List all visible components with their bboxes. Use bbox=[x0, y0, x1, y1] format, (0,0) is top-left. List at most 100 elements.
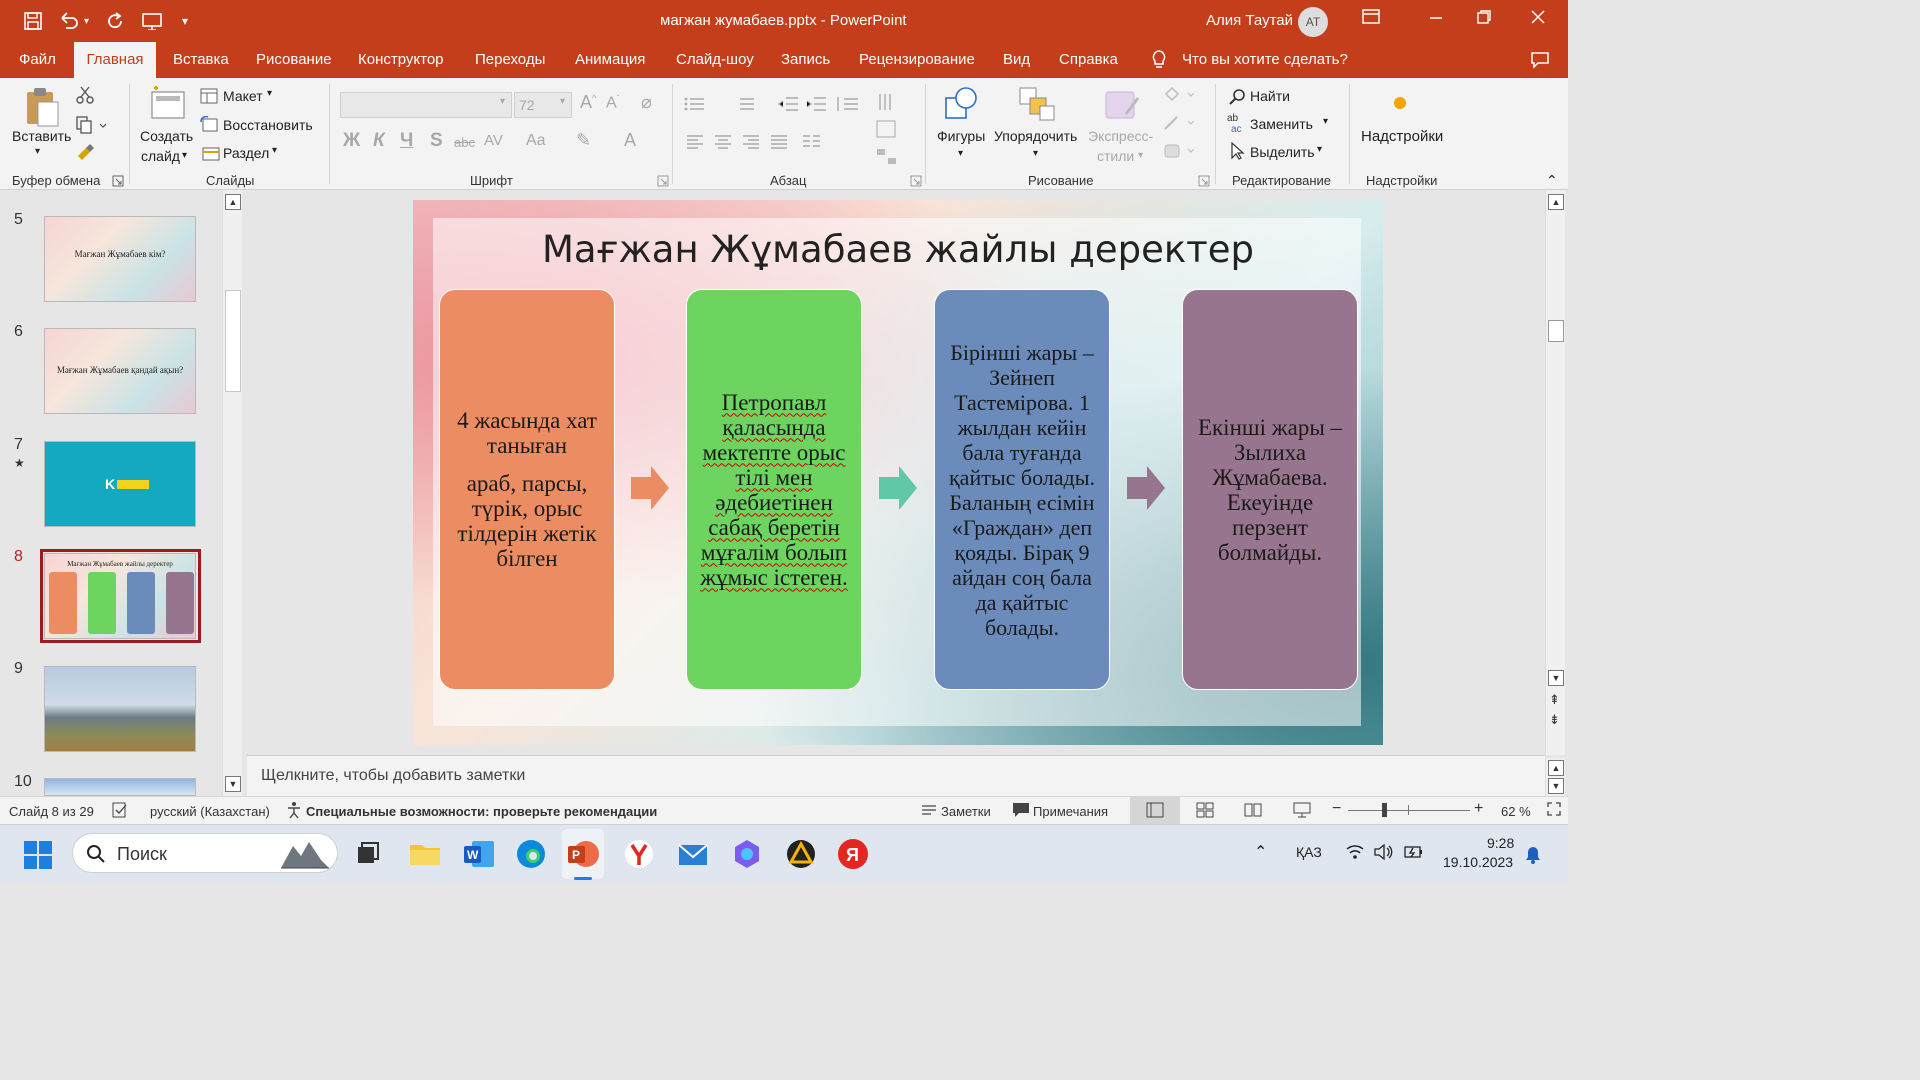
minimize-icon[interactable] bbox=[1428, 9, 1444, 30]
strikethrough-button[interactable]: abc bbox=[454, 135, 475, 150]
zoom-level[interactable]: 62 % bbox=[1501, 804, 1531, 819]
new-slide-label[interactable]: Создать bbox=[140, 128, 193, 144]
info-box-3[interactable]: Бірінші жары – Зейнеп Тастемірова. 1 жыл… bbox=[934, 289, 1110, 690]
align-text-icon[interactable] bbox=[876, 120, 906, 141]
bullets-icon[interactable] bbox=[684, 96, 724, 115]
input-language[interactable]: ҚАЗ bbox=[1296, 844, 1322, 860]
tab-animations[interactable]: Анимация bbox=[575, 42, 645, 78]
previous-slide-icon[interactable]: ⇞ bbox=[1549, 692, 1560, 708]
highlight-icon[interactable]: ✎ bbox=[576, 130, 591, 151]
editor-scrollbar[interactable]: ▲ ▼ ⇞ ⇟ bbox=[1545, 190, 1565, 755]
smartart-icon[interactable] bbox=[876, 148, 906, 169]
addins-icon[interactable] bbox=[1393, 96, 1407, 113]
drawing-launcher-icon[interactable] bbox=[1198, 174, 1210, 190]
comments-toggle[interactable]: Примечания bbox=[1033, 804, 1108, 819]
fit-to-window-icon[interactable] bbox=[1547, 802, 1561, 819]
align-right-icon[interactable] bbox=[742, 134, 760, 153]
char-spacing-button[interactable]: AV bbox=[484, 132, 503, 149]
scroll-down-icon[interactable]: ▼ bbox=[1548, 670, 1564, 686]
paragraph-launcher-icon[interactable] bbox=[910, 174, 922, 190]
spelling-check-icon[interactable] bbox=[111, 801, 129, 822]
tab-file[interactable]: Файл bbox=[19, 42, 56, 78]
bold-button[interactable]: Ж bbox=[343, 130, 360, 152]
tab-view[interactable]: Вид bbox=[1003, 42, 1030, 78]
clock-date[interactable]: 19.10.2023 bbox=[1443, 854, 1513, 870]
accessibility-status[interactable]: Специальные возможности: проверьте реком… bbox=[306, 804, 657, 819]
quick-styles-label[interactable]: Экспресс- bbox=[1088, 128, 1153, 144]
restore-icon[interactable] bbox=[1476, 9, 1492, 30]
collapse-ribbon-icon[interactable]: ⌃ bbox=[1546, 172, 1558, 189]
numbering-icon[interactable] bbox=[732, 96, 768, 115]
autocad-style-app-icon[interactable] bbox=[784, 837, 818, 871]
shapes-button[interactable]: Фигуры bbox=[937, 128, 985, 144]
scroll-down-icon[interactable]: ▼ bbox=[1548, 778, 1564, 794]
text-direction-icon[interactable] bbox=[876, 92, 906, 115]
word-icon[interactable]: W bbox=[462, 837, 496, 871]
select-dropdown-icon[interactable]: ▾ bbox=[1317, 144, 1322, 155]
taskbar-search[interactable]: Поиск bbox=[72, 833, 338, 873]
font-launcher-icon[interactable] bbox=[657, 174, 669, 190]
shape-effects-icon[interactable] bbox=[1162, 142, 1198, 163]
tab-transitions[interactable]: Переходы bbox=[475, 42, 545, 78]
shape-fill-icon[interactable] bbox=[1162, 86, 1198, 107]
redo-icon[interactable] bbox=[106, 9, 124, 33]
file-explorer-icon[interactable] bbox=[408, 837, 442, 871]
reset-button[interactable]: Восстановить bbox=[223, 117, 313, 133]
font-name-box[interactable] bbox=[340, 92, 512, 118]
comments-icon[interactable] bbox=[1530, 42, 1550, 78]
slideshow-view-icon[interactable] bbox=[1293, 802, 1311, 821]
shape-outline-icon[interactable] bbox=[1162, 114, 1198, 135]
zoom-slider-thumb[interactable] bbox=[1382, 803, 1387, 817]
save-icon[interactable] bbox=[24, 9, 42, 33]
tab-draw[interactable]: Рисование bbox=[256, 42, 332, 78]
scroll-up-icon[interactable]: ▲ bbox=[1548, 194, 1564, 210]
slide-thumbnail-5[interactable]: Мағжан Жұмабаев кім? bbox=[44, 216, 196, 302]
normal-view-button[interactable] bbox=[1130, 797, 1180, 824]
zoom-out-icon[interactable]: − bbox=[1332, 800, 1341, 818]
notes-pane[interactable]: Щелкните, чтобы добавить заметки ▲ ▼ bbox=[247, 755, 1565, 796]
tell-me-search[interactable]: Что вы хотите сделать? bbox=[1182, 42, 1348, 78]
zoom-slider[interactable] bbox=[1348, 810, 1470, 811]
tab-slideshow[interactable]: Слайд-шоу bbox=[676, 42, 754, 78]
slide-thumbnail-9[interactable] bbox=[44, 666, 196, 752]
powerpoint-icon[interactable]: P bbox=[566, 837, 600, 871]
align-center-icon[interactable] bbox=[714, 134, 732, 153]
notes-scrollbar[interactable]: ▲ ▼ bbox=[1545, 758, 1565, 796]
tab-record[interactable]: Запись bbox=[781, 42, 830, 78]
tray-overflow-icon[interactable]: ⌃ bbox=[1254, 842, 1267, 862]
new-slide-label-2[interactable]: слайд bbox=[141, 148, 180, 164]
underline-button[interactable]: Ч bbox=[400, 130, 413, 152]
replace-dropdown-icon[interactable]: ▾ bbox=[1323, 116, 1328, 127]
align-left-icon[interactable] bbox=[686, 134, 704, 153]
copilot-icon[interactable] bbox=[730, 837, 764, 871]
user-name[interactable]: Алия Таутай bbox=[1206, 12, 1293, 29]
font-name-dropdown-icon[interactable]: ▾ bbox=[500, 96, 505, 107]
info-box-2[interactable]: Петропавл қаласында мектепте орыс тілі м… bbox=[686, 289, 862, 690]
new-slide-dropdown-icon[interactable]: ▾ bbox=[182, 150, 187, 161]
grow-font-icon[interactable]: A^ bbox=[580, 92, 596, 113]
new-slide-icon[interactable] bbox=[148, 84, 188, 127]
shapes-icon[interactable] bbox=[942, 84, 982, 127]
battery-icon[interactable] bbox=[1404, 844, 1424, 863]
notes-placeholder[interactable]: Щелкните, чтобы добавить заметки bbox=[261, 767, 525, 785]
tab-insert[interactable]: Вставка bbox=[173, 42, 229, 78]
clipboard-launcher-icon[interactable] bbox=[112, 174, 124, 190]
find-button[interactable]: Найти bbox=[1250, 88, 1290, 104]
slide-thumbnail-7[interactable]: K bbox=[44, 441, 196, 527]
slide-title[interactable]: Мағжан Жұмабаев жайлы деректер bbox=[413, 228, 1383, 271]
undo-icon[interactable]: ▾ bbox=[58, 9, 89, 33]
notes-icon[interactable] bbox=[921, 802, 937, 821]
paste-dropdown-icon[interactable]: ▾ bbox=[35, 146, 40, 157]
zoom-in-icon[interactable]: + bbox=[1474, 800, 1483, 818]
scroll-thumb[interactable] bbox=[225, 290, 241, 392]
justify-icon[interactable] bbox=[770, 134, 788, 153]
quick-styles-label-2[interactable]: стили bbox=[1097, 148, 1134, 164]
slide-thumbnail-10[interactable] bbox=[44, 778, 196, 796]
slide-counter[interactable]: Слайд 8 из 29 bbox=[9, 804, 94, 819]
clock-time[interactable]: 9:28 bbox=[1487, 835, 1514, 851]
addins-button[interactable]: Надстройки bbox=[1361, 128, 1443, 145]
lightbulb-icon[interactable] bbox=[1150, 42, 1168, 78]
tab-home[interactable]: Главная bbox=[74, 42, 156, 78]
next-slide-icon[interactable]: ⇟ bbox=[1549, 712, 1560, 728]
paste-button[interactable]: Вставить bbox=[12, 128, 71, 144]
